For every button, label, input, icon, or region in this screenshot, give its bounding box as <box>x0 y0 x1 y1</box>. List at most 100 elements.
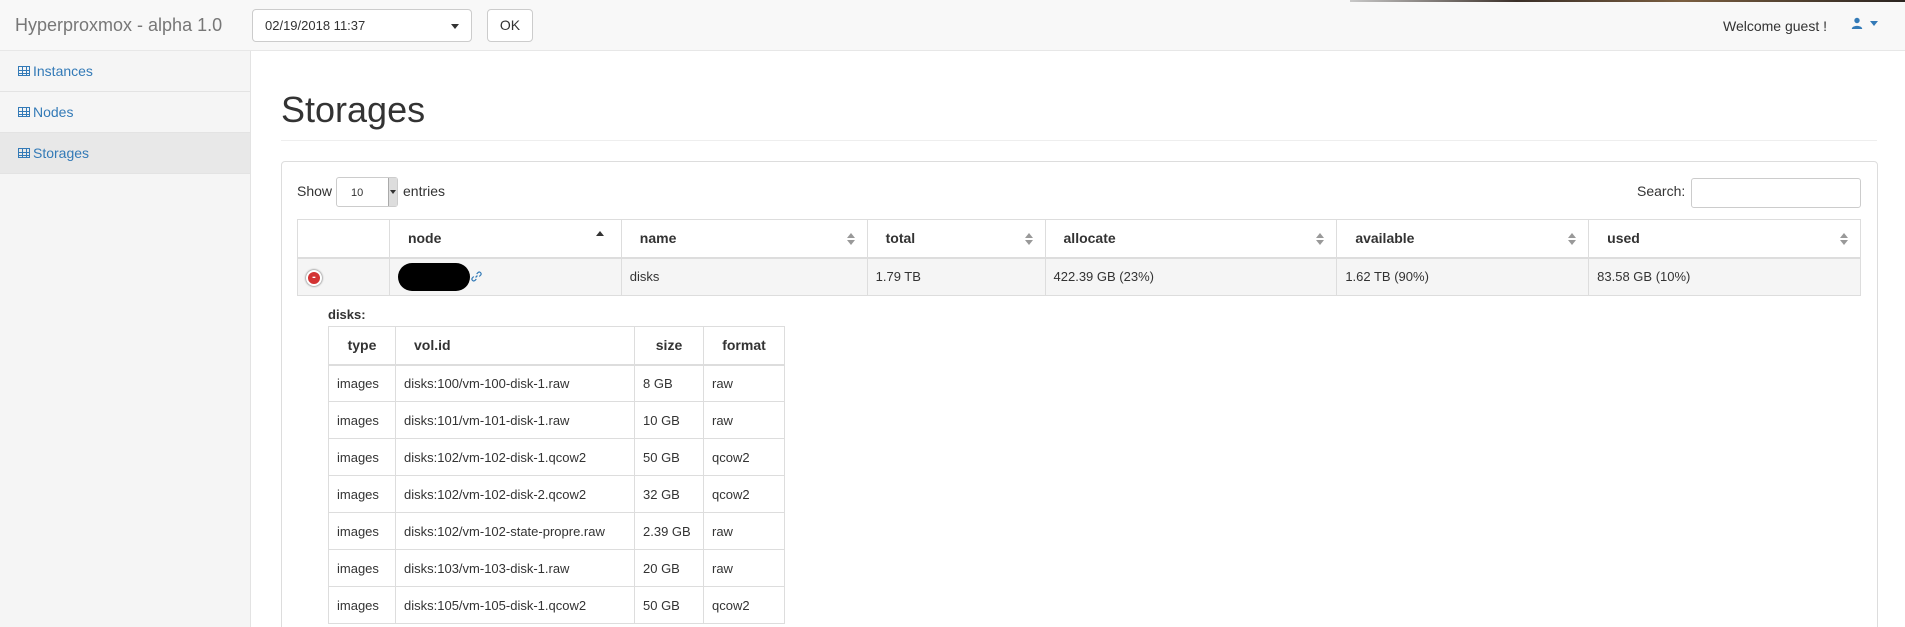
size-cell: 50 GB <box>634 586 704 624</box>
column-header-label: node <box>407 230 442 247</box>
volid-cell: disks:100/vm-100-disk-1.raw <box>395 364 635 402</box>
sort-icon <box>1840 233 1848 245</box>
sidebar-item-label: Nodes <box>33 104 74 120</box>
user-menu[interactable] <box>1851 17 1878 29</box>
column-header-size: size <box>634 326 704 366</box>
volid-cell: disks:103/vm-103-disk-1.raw <box>395 549 635 587</box>
volumes-table: type vol.id size format images disks:100/… <box>328 326 785 624</box>
redacted-node-name <box>397 262 470 291</box>
search-input[interactable] <box>1691 178 1861 208</box>
column-header-label: used <box>1607 230 1640 247</box>
table-icon <box>18 148 30 158</box>
expand-cell: - <box>297 257 390 296</box>
column-header-used[interactable]: used <box>1588 219 1861 259</box>
size-cell: 8 GB <box>634 364 704 402</box>
sidebar-item-nodes[interactable]: Nodes <box>0 92 250 133</box>
date-select[interactable]: 02/19/2018 11:37 <box>252 9 472 42</box>
chevron-down-icon <box>1870 20 1878 26</box>
column-header-allocate[interactable]: allocate <box>1044 219 1338 259</box>
chevron-down-icon <box>451 24 459 29</box>
table-header-row: node name total allocate available used <box>297 219 1861 259</box>
minus-circle-icon[interactable]: - <box>306 269 322 286</box>
volid-cell: disks:105/vm-105-disk-1.qcow2 <box>395 586 635 624</box>
sort-icon <box>1024 233 1033 245</box>
storages-table: node name total allocate available used … <box>297 219 1861 296</box>
link-icon[interactable] <box>471 271 482 282</box>
table-row: images disks:100/vm-100-disk-1.raw 8 GB raw <box>328 364 785 402</box>
used-cell: 83.58 GB (10%) <box>1588 257 1861 296</box>
format-cell: qcow2 <box>703 438 785 476</box>
ok-button[interactable]: OK <box>487 9 533 42</box>
expand-column-header <box>297 219 390 259</box>
type-cell: images <box>328 475 396 513</box>
format-cell: raw <box>703 364 785 402</box>
user-icon <box>1851 17 1863 29</box>
allocate-cell: 422.39 GB (23%) <box>1044 257 1338 296</box>
volid-cell: disks:102/vm-102-disk-1.qcow2 <box>395 438 635 476</box>
sort-asc-icon <box>595 231 604 236</box>
size-cell: 50 GB <box>634 438 704 476</box>
chevron-down-icon <box>388 178 397 206</box>
app-brand[interactable]: Hyperproxmox - alpha 1.0 <box>15 15 222 36</box>
sort-icon <box>1568 233 1577 245</box>
size-cell: 32 GB <box>634 475 704 513</box>
table-row: images disks:102/vm-102-disk-1.qcow2 50 GB… <box>328 438 785 476</box>
format-cell: raw <box>703 401 785 439</box>
table-row: images disks:105/vm-105-disk-1.qcow2 50 GB… <box>328 586 785 624</box>
sidebar: Instances Nodes Storages <box>0 51 251 627</box>
type-cell: images <box>328 438 396 476</box>
table-row: images disks:102/vm-102-disk-2.qcow2 32 GB… <box>328 475 785 513</box>
node-cell <box>388 257 622 296</box>
column-header-name[interactable]: name <box>620 219 868 259</box>
column-header-node[interactable]: node <box>388 219 622 259</box>
sidebar-item-instances[interactable]: Instances <box>0 51 250 92</box>
column-header-format: format <box>703 326 785 366</box>
table-row: images disks:103/vm-103-disk-1.raw 20 GB ra… <box>328 549 785 587</box>
column-header-total[interactable]: total <box>866 219 1046 259</box>
type-cell: images <box>328 549 396 587</box>
type-cell: images <box>328 586 396 624</box>
date-select-value: 02/19/2018 11:37 <box>265 18 366 33</box>
volid-cell: disks:101/vm-101-disk-1.raw <box>395 401 635 439</box>
decorative-strip <box>1350 0 1905 2</box>
sort-icon <box>1316 233 1325 245</box>
format-cell: raw <box>703 549 785 587</box>
column-header-label: total <box>885 230 916 247</box>
page-title: Storages <box>281 89 426 130</box>
type-cell: images <box>328 401 396 439</box>
name-cell: disks <box>620 257 868 296</box>
table-row: images disks:101/vm-101-disk-1.raw 10 GB ra… <box>328 401 785 439</box>
column-header-type: type <box>328 326 396 366</box>
table-header-row: type vol.id size format <box>328 326 785 366</box>
table-icon <box>18 107 30 117</box>
sidebar-item-storages[interactable]: Storages <box>0 133 250 174</box>
format-cell: raw <box>703 512 785 550</box>
size-cell: 20 GB <box>634 549 704 587</box>
top-navbar: Hyperproxmox - alpha 1.0 02/19/2018 11:3… <box>0 0 1905 51</box>
volid-cell: disks:102/vm-102-disk-2.qcow2 <box>395 475 635 513</box>
available-cell: 1.62 TB (90%) <box>1336 257 1590 296</box>
type-cell: images <box>328 364 396 402</box>
column-header-volid: vol.id <box>395 326 635 366</box>
sort-icon <box>846 233 855 245</box>
page-length-value: 10 <box>351 187 364 199</box>
total-cell: 1.79 TB <box>866 257 1046 296</box>
show-label: Show <box>297 183 333 199</box>
column-header-label: available <box>1355 230 1415 247</box>
page-length-select[interactable]: 10 <box>336 177 398 207</box>
column-header-label: allocate <box>1063 230 1116 247</box>
table-row: images disks:102/vm-102-state-propre.raw 2… <box>328 512 785 550</box>
size-cell: 10 GB <box>634 401 704 439</box>
detail-title: disks: <box>328 307 366 322</box>
table-icon <box>18 66 30 76</box>
type-cell: images <box>328 512 396 550</box>
column-header-available[interactable]: available <box>1336 219 1590 259</box>
welcome-text: Welcome guest ! <box>1723 18 1828 34</box>
search-label: Search: <box>1637 183 1686 199</box>
sidebar-item-label: Storages <box>33 145 90 161</box>
divider <box>281 140 1877 141</box>
format-cell: qcow2 <box>703 475 785 513</box>
sidebar-item-label: Instances <box>33 63 93 79</box>
entries-label: entries <box>403 183 446 199</box>
volid-cell: disks:102/vm-102-state-propre.raw <box>395 512 635 550</box>
